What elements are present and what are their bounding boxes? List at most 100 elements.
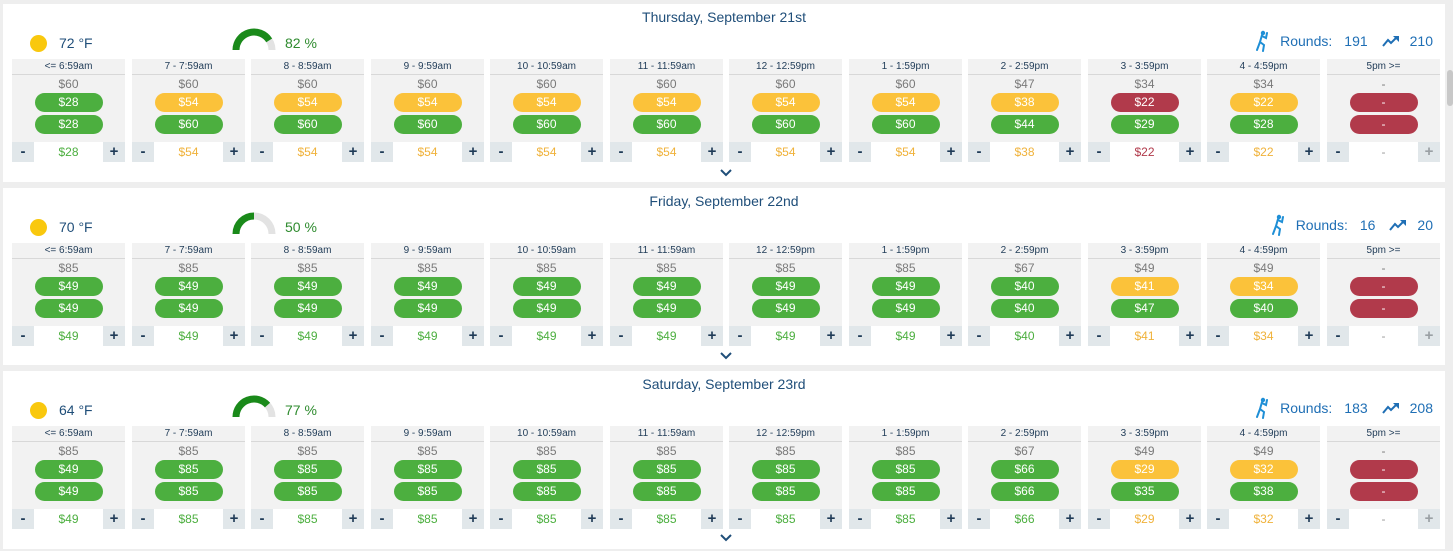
price-value[interactable]: $40: [990, 326, 1059, 346]
increment-button[interactable]: +: [342, 326, 364, 346]
decrement-button[interactable]: -: [251, 509, 273, 529]
price-value[interactable]: $22: [1110, 142, 1179, 162]
increment-button[interactable]: +: [820, 142, 842, 162]
decrement-button[interactable]: -: [610, 326, 632, 346]
increment-button[interactable]: +: [223, 509, 245, 529]
increment-button[interactable]: +: [1179, 509, 1201, 529]
increment-button[interactable]: +: [581, 142, 603, 162]
scrollbar[interactable]: [1447, 70, 1453, 106]
increment-button[interactable]: +: [103, 142, 125, 162]
increment-button[interactable]: +: [701, 142, 723, 162]
decrement-button[interactable]: -: [490, 142, 512, 162]
price-value[interactable]: $54: [632, 142, 701, 162]
increment-button[interactable]: +: [940, 509, 962, 529]
increment-button[interactable]: +: [103, 509, 125, 529]
increment-button[interactable]: +: [462, 326, 484, 346]
price-value[interactable]: $49: [393, 326, 462, 346]
decrement-button[interactable]: -: [490, 326, 512, 346]
increment-button[interactable]: +: [1418, 326, 1440, 346]
price-value[interactable]: $85: [751, 509, 820, 529]
decrement-button[interactable]: -: [729, 509, 751, 529]
price-value[interactable]: $54: [512, 142, 581, 162]
price-value[interactable]: $49: [273, 326, 342, 346]
decrement-button[interactable]: -: [12, 509, 34, 529]
increment-button[interactable]: +: [1179, 142, 1201, 162]
increment-button[interactable]: +: [1418, 509, 1440, 529]
decrement-button[interactable]: -: [12, 326, 34, 346]
price-value[interactable]: $85: [154, 509, 223, 529]
price-value[interactable]: $54: [393, 142, 462, 162]
decrement-button[interactable]: -: [1207, 142, 1229, 162]
decrement-button[interactable]: -: [610, 142, 632, 162]
increment-button[interactable]: +: [940, 326, 962, 346]
decrement-button[interactable]: -: [849, 509, 871, 529]
decrement-button[interactable]: -: [1207, 326, 1229, 346]
price-value[interactable]: $28: [34, 142, 103, 162]
increment-button[interactable]: +: [1298, 142, 1320, 162]
decrement-button[interactable]: -: [968, 326, 990, 346]
decrement-button[interactable]: -: [132, 509, 154, 529]
decrement-button[interactable]: -: [968, 509, 990, 529]
price-value[interactable]: $29: [1110, 509, 1179, 529]
increment-button[interactable]: +: [223, 326, 245, 346]
increment-button[interactable]: +: [462, 509, 484, 529]
increment-button[interactable]: +: [103, 326, 125, 346]
price-value[interactable]: $54: [273, 142, 342, 162]
chevron-down-icon[interactable]: [719, 533, 733, 543]
decrement-button[interactable]: -: [1088, 142, 1110, 162]
chevron-down-icon[interactable]: [719, 168, 733, 178]
price-value[interactable]: $49: [34, 509, 103, 529]
price-value[interactable]: $34: [1229, 326, 1298, 346]
increment-button[interactable]: +: [940, 142, 962, 162]
price-value[interactable]: $54: [871, 142, 940, 162]
price-value[interactable]: $85: [393, 509, 462, 529]
decrement-button[interactable]: -: [371, 326, 393, 346]
increment-button[interactable]: +: [462, 142, 484, 162]
decrement-button[interactable]: -: [490, 509, 512, 529]
decrement-button[interactable]: -: [251, 326, 273, 346]
increment-button[interactable]: +: [223, 142, 245, 162]
decrement-button[interactable]: -: [1207, 509, 1229, 529]
increment-button[interactable]: +: [820, 509, 842, 529]
price-value[interactable]: $49: [34, 326, 103, 346]
decrement-button[interactable]: -: [132, 326, 154, 346]
decrement-button[interactable]: -: [12, 142, 34, 162]
increment-button[interactable]: +: [1298, 509, 1320, 529]
increment-button[interactable]: +: [1179, 326, 1201, 346]
decrement-button[interactable]: -: [251, 142, 273, 162]
decrement-button[interactable]: -: [968, 142, 990, 162]
decrement-button[interactable]: -: [1088, 326, 1110, 346]
price-value[interactable]: -: [1349, 142, 1418, 162]
decrement-button[interactable]: -: [849, 142, 871, 162]
price-value[interactable]: $32: [1229, 509, 1298, 529]
decrement-button[interactable]: -: [371, 142, 393, 162]
price-value[interactable]: $38: [990, 142, 1059, 162]
chevron-down-icon[interactable]: [719, 351, 733, 361]
increment-button[interactable]: +: [1298, 326, 1320, 346]
decrement-button[interactable]: -: [729, 326, 751, 346]
price-value[interactable]: $85: [632, 509, 701, 529]
decrement-button[interactable]: -: [729, 142, 751, 162]
price-value[interactable]: $54: [751, 142, 820, 162]
price-value[interactable]: $41: [1110, 326, 1179, 346]
price-value[interactable]: $49: [512, 326, 581, 346]
increment-button[interactable]: +: [1059, 509, 1081, 529]
increment-button[interactable]: +: [701, 509, 723, 529]
decrement-button[interactable]: -: [1327, 326, 1349, 346]
price-value[interactable]: $85: [273, 509, 342, 529]
increment-button[interactable]: +: [1418, 142, 1440, 162]
increment-button[interactable]: +: [581, 326, 603, 346]
decrement-button[interactable]: -: [132, 142, 154, 162]
decrement-button[interactable]: -: [371, 509, 393, 529]
price-value[interactable]: $85: [871, 509, 940, 529]
increment-button[interactable]: +: [1059, 142, 1081, 162]
price-value[interactable]: $49: [154, 326, 223, 346]
decrement-button[interactable]: -: [1088, 509, 1110, 529]
increment-button[interactable]: +: [701, 326, 723, 346]
decrement-button[interactable]: -: [1327, 509, 1349, 529]
price-value[interactable]: $85: [512, 509, 581, 529]
increment-button[interactable]: +: [342, 142, 364, 162]
decrement-button[interactable]: -: [849, 326, 871, 346]
increment-button[interactable]: +: [820, 326, 842, 346]
price-value[interactable]: -: [1349, 509, 1418, 529]
